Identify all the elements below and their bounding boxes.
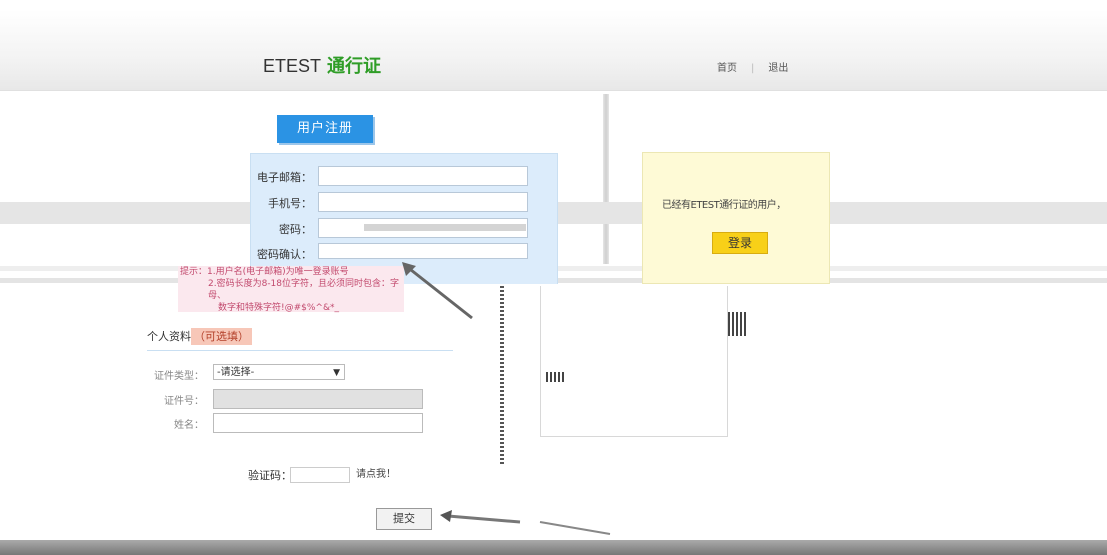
login-tip-text: 已经有ETEST通行证的用户，	[662, 200, 786, 211]
register-title-tab: 用户注册	[277, 115, 373, 143]
top-header	[0, 10, 1107, 91]
dropdown-arrow-icon: ▼	[333, 368, 340, 378]
page-footer	[0, 540, 1107, 555]
captcha-refresh-link[interactable]: 请点我！	[356, 465, 396, 480]
id-type-select[interactable]: -请选择- ▼	[213, 364, 345, 380]
artifact-stripe	[728, 312, 748, 336]
name-label: 姓名：	[174, 420, 204, 431]
password-label: 密码：	[279, 223, 312, 236]
captcha-label: 验证码：	[248, 469, 292, 482]
site-logo[interactable]: ETEST 通行证	[263, 52, 381, 78]
nav-separator: |	[751, 63, 755, 74]
captcha-field[interactable]	[290, 467, 350, 483]
id-number-field[interactable]	[213, 389, 423, 409]
optional-tag: （可选填）	[191, 328, 252, 345]
nav-home-link[interactable]: 首页	[717, 63, 737, 74]
id-number-label: 证件号：	[164, 396, 204, 407]
column-divider	[603, 94, 609, 264]
password-strength-bar	[364, 224, 526, 231]
hint-line: 数字和特殊字符!@#$%^&*_	[218, 303, 339, 313]
logo-highlight: 通行证	[327, 56, 382, 76]
nav-logout-link[interactable]: 退出	[768, 63, 788, 74]
hint-line: 2.密码长度为8-18位字符，且必须同时包含：字母、	[208, 279, 400, 301]
phone-field[interactable]	[318, 192, 528, 212]
password-hint: 提示：1.用户名(电子邮箱)为唯一登录账号 2.密码长度为8-18位字符，且必须…	[178, 266, 404, 313]
pointer-arrow-icon	[402, 262, 473, 320]
name-field[interactable]	[213, 413, 423, 433]
confirm-password-label: 密码确认：	[257, 248, 312, 261]
login-tip-box	[642, 152, 830, 284]
hint-line: 提示：1.用户名(电子邮箱)为唯一登录账号	[180, 267, 349, 277]
confirm-password-field[interactable]	[318, 243, 528, 259]
pointer-arrow-icon	[440, 510, 611, 535]
top-nav: 首页 | 退出	[717, 59, 788, 74]
personal-heading-text: 个人资料	[147, 330, 191, 343]
email-field[interactable]	[318, 166, 528, 186]
artifact-stripe	[500, 286, 504, 466]
submit-button[interactable]: 提交	[376, 508, 432, 530]
phone-label: 手机号：	[268, 197, 312, 210]
section-divider	[147, 350, 453, 351]
artifact-frame	[540, 286, 728, 437]
personal-info-heading: 个人资料 （可选填）	[147, 328, 252, 345]
email-label: 电子邮箱：	[257, 171, 312, 184]
id-type-label: 证件类型：	[154, 371, 204, 382]
logo-prefix: ETEST	[263, 56, 322, 76]
id-type-value: -请选择-	[217, 367, 255, 378]
artifact-stripe	[546, 372, 566, 382]
login-button[interactable]: 登录	[712, 232, 768, 254]
